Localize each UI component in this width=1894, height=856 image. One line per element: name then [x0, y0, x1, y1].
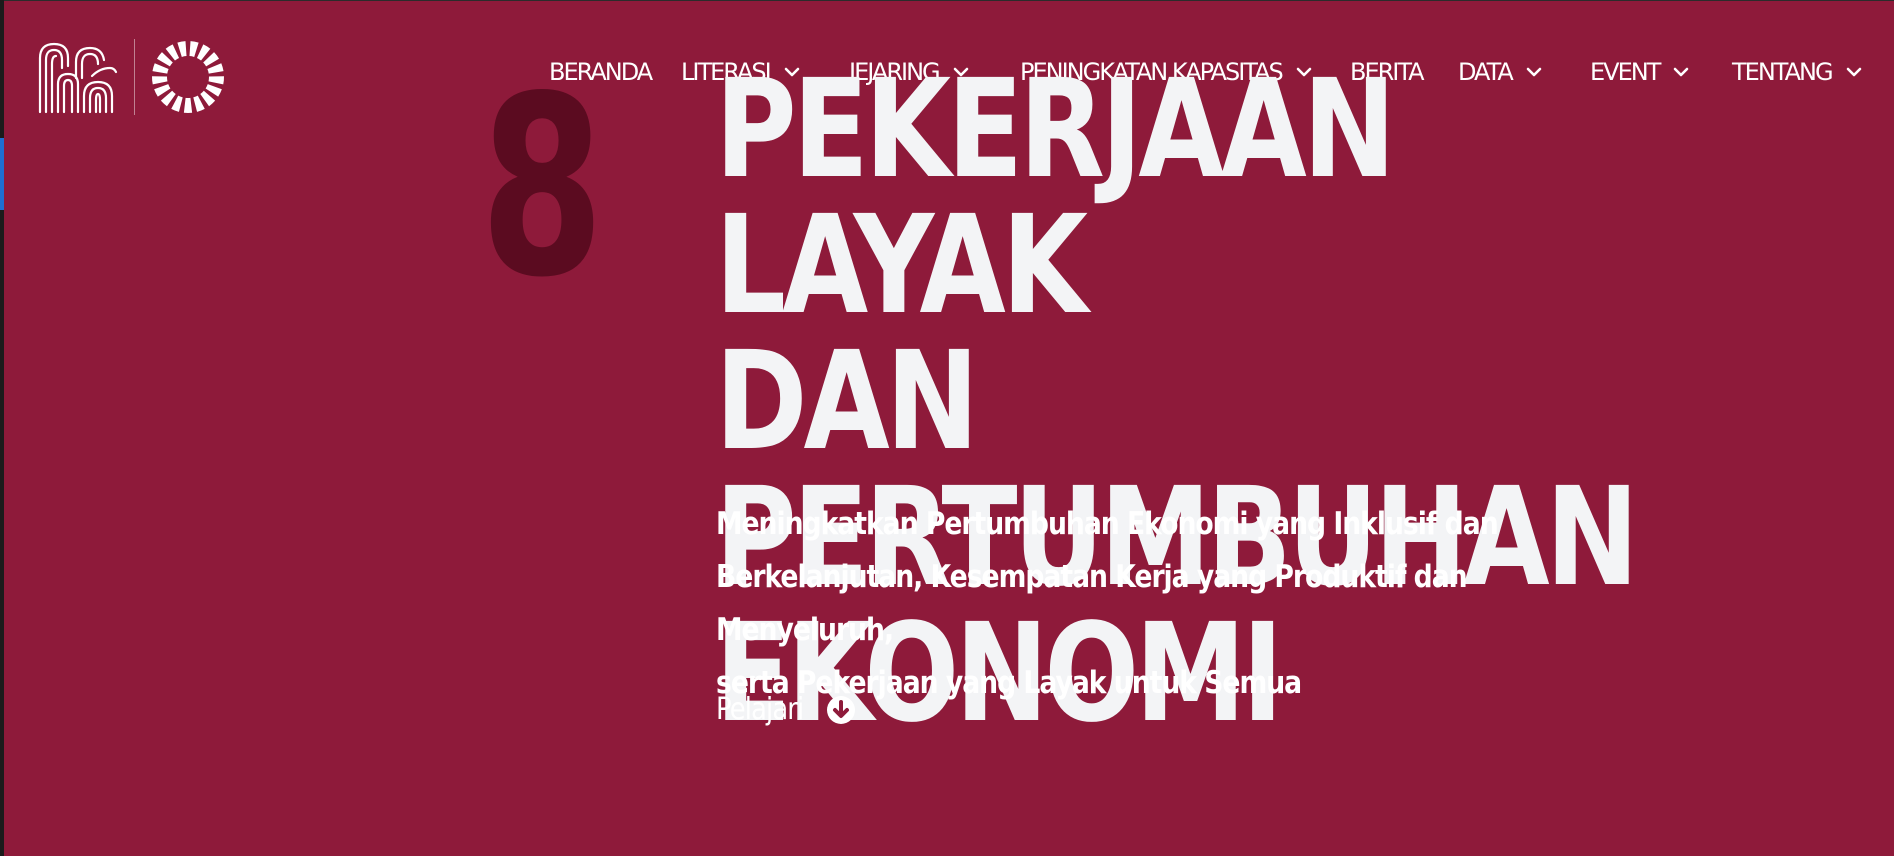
window-left-accent: [0, 138, 4, 210]
logo-divider: [134, 39, 135, 115]
sdg-wheel-segment: [183, 97, 193, 113]
window-top-border: [0, 0, 1894, 1]
sdg-wheel-segment: [207, 63, 224, 74]
page: BERANDA LITERASI JEJARING PENINGKATAN KA…: [0, 0, 1894, 856]
goal-description: Meningkatkan Pertumbuhan Ekonomi yang In…: [716, 498, 1559, 710]
arrow-down-circle-icon: [826, 695, 855, 724]
goal-description-line: Meningkatkan Pertumbuhan Ekonomi yang In…: [716, 506, 1499, 542]
sdg-wheel-segment: [152, 76, 168, 85]
sdg-wheel-segment: [189, 41, 199, 57]
nav-item-tentang[interactable]: TENTANG: [1732, 58, 1862, 86]
goal-description-line: Berkelanjutan, Kesempatan Kerja yang Pro…: [716, 559, 1468, 648]
chevron-down-icon: [1846, 67, 1861, 77]
sdg-wheel-segment: [208, 76, 224, 85]
chevron-down-icon: [1674, 67, 1689, 77]
sdg-wheel-icon[interactable]: [151, 40, 225, 114]
sdg-wheel-segment: [152, 63, 169, 74]
learn-more-label: Pelajari: [716, 692, 804, 727]
sdg-wheel-segment: [193, 95, 205, 112]
learn-more-link[interactable]: Pelajari: [716, 692, 856, 727]
sdg-wheel-segment: [171, 95, 183, 112]
header-logos: [36, 38, 225, 116]
brand-logo-icon[interactable]: [36, 38, 118, 116]
sdg-wheel-segment: [177, 41, 187, 57]
window-left-edge: [0, 0, 4, 856]
goal-number: 8: [480, 44, 605, 332]
nav-item-label: TENTANG: [1732, 58, 1834, 86]
goal-title-line: PEKERJAAN LAYAK: [715, 51, 1396, 345]
